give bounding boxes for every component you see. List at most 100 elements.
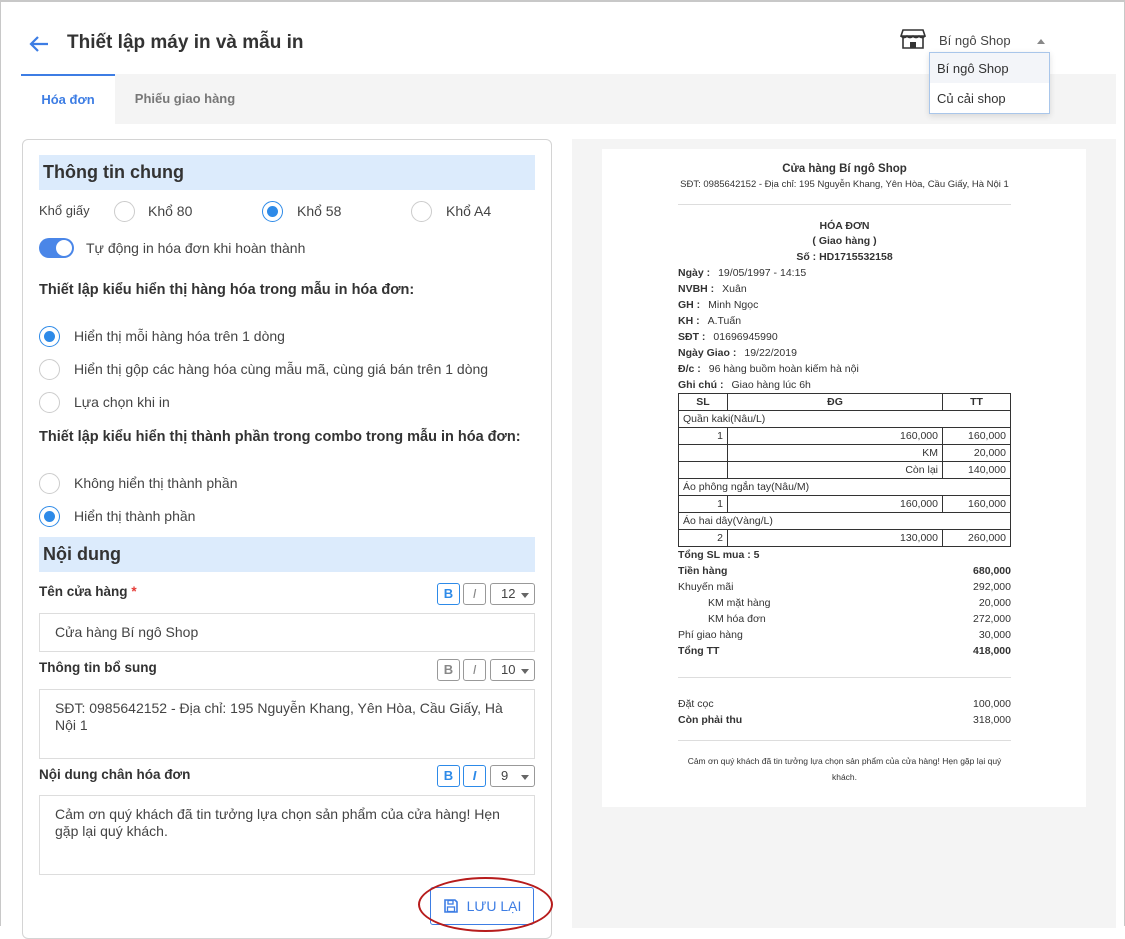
remaining-row: Còn phải thu 318,000 bbox=[678, 712, 1011, 728]
italic-button[interactable]: I bbox=[463, 583, 486, 605]
summary-row: Tổng TT 418,000 bbox=[678, 643, 1011, 659]
item-cell: Còn lại bbox=[727, 461, 943, 479]
floppy-disk-icon bbox=[443, 899, 458, 913]
bold-button[interactable]: B bbox=[437, 659, 460, 681]
summary-value: 292,000 bbox=[973, 581, 1011, 593]
radio-item-display[interactable] bbox=[39, 326, 60, 347]
meta-row: Ngày Giao : 19/22/2019 bbox=[678, 345, 1011, 361]
item-cell bbox=[678, 461, 728, 479]
item-cell bbox=[678, 444, 728, 462]
item-row: 1 160,000 160,000 bbox=[678, 495, 1011, 513]
meta-row: Ghi chú : Giao hàng lúc 6h bbox=[678, 377, 1011, 393]
shop-option[interactable]: Củ cải shop bbox=[930, 83, 1049, 113]
radio-kho-a4[interactable] bbox=[411, 201, 432, 222]
meta-row: KH : A.Tuấn bbox=[678, 313, 1011, 329]
item-cell: 160,000 bbox=[727, 495, 943, 513]
radio-label: Khổ 58 bbox=[297, 203, 342, 219]
receipt-footer: Cảm ơn quý khách đã tin tưởng lựa chọn s… bbox=[687, 756, 1002, 782]
radio-item-display[interactable] bbox=[39, 359, 60, 380]
item-cell: KM bbox=[727, 444, 943, 462]
summary-label: Tổng TT bbox=[678, 645, 720, 657]
receipt-shop-info: SĐT: 0985642152 - Địa chỉ: 195 Nguyễn Kh… bbox=[680, 179, 1009, 190]
radio-label: Lựa chọn khi in bbox=[74, 394, 170, 410]
summary-row: Khuyến mãi 292,000 bbox=[678, 579, 1011, 595]
summary-label: Còn phải thu bbox=[678, 714, 743, 726]
tab-invoice[interactable]: Hóa đơn bbox=[21, 74, 115, 124]
summary-value: 272,000 bbox=[973, 613, 1011, 625]
meta-label: KH : bbox=[678, 315, 700, 327]
paper-size-label: Khổ giấy bbox=[39, 203, 90, 218]
save-button[interactable]: LƯU LẠI bbox=[430, 887, 534, 925]
bold-button[interactable]: B bbox=[437, 765, 460, 787]
item-cell: 2 bbox=[678, 529, 728, 547]
radio-kho-58[interactable] bbox=[262, 201, 283, 222]
item-row: 1 160,000 160,000 bbox=[678, 427, 1011, 445]
meta-value: Xuân bbox=[722, 283, 747, 295]
item-cell: 160,000 bbox=[942, 427, 1011, 445]
page-title: Thiết lập máy in và mẫu in bbox=[67, 32, 304, 53]
receipt-title: HÓA ĐƠN bbox=[819, 220, 870, 232]
radio-label: Khổ A4 bbox=[446, 203, 492, 219]
shop-select-value: Bí ngô Shop bbox=[939, 33, 1011, 48]
summary-value: 418,000 bbox=[973, 645, 1011, 657]
meta-label: Ngày Giao : bbox=[678, 347, 737, 359]
italic-button[interactable]: I bbox=[463, 765, 486, 787]
meta-value: 96 hàng buồm hoàn kiếm hà nội bbox=[708, 363, 859, 375]
receipt-number: Số : HD1715532158 bbox=[796, 251, 893, 263]
meta-value: 19/22/2019 bbox=[744, 347, 797, 359]
summary-value: 30,000 bbox=[978, 629, 1011, 641]
meta-value: 19/05/1997 - 14:15 bbox=[718, 267, 807, 279]
radio-combo-display[interactable] bbox=[39, 506, 60, 527]
meta-label: NVBH : bbox=[678, 283, 715, 295]
summary-value: 20,000 bbox=[978, 597, 1011, 609]
item-name-row: Quần kaki(Nâu/L) bbox=[678, 410, 1011, 428]
extra-info-textarea[interactable]: SĐT: 0985642152 - Địa chỉ: 195 Nguyễn Kh… bbox=[39, 689, 535, 759]
receipt-paper: Cửa hàng Bí ngô Shop SĐT: 0985642152 - Đ… bbox=[602, 149, 1086, 807]
field-label-text: Tên cửa hàng bbox=[39, 584, 128, 599]
italic-button[interactable]: I bbox=[463, 659, 486, 681]
meta-value: A.Tuấn bbox=[707, 315, 742, 327]
col-header: TT bbox=[942, 393, 1011, 411]
footer-textarea[interactable]: Cảm ơn quý khách đã tin tưởng lựa chọn s… bbox=[39, 795, 535, 875]
summary-value: 680,000 bbox=[973, 565, 1011, 577]
radio-item-display[interactable] bbox=[39, 392, 60, 413]
item-row: KM 20,000 bbox=[678, 444, 1011, 462]
back-arrow-icon[interactable] bbox=[27, 32, 51, 56]
auto-print-toggle[interactable] bbox=[39, 238, 74, 258]
field-label: Thông tin bổ sung bbox=[39, 660, 157, 675]
item-name: Áo hai dây(Vàng/L) bbox=[678, 512, 1011, 530]
shop-option[interactable]: Bí ngô Shop bbox=[930, 53, 1049, 83]
summary-value: 318,000 bbox=[973, 714, 1011, 726]
meta-label: Ghi chú : bbox=[678, 379, 724, 391]
receipt-meta: Ngày : 19/05/1997 - 14:15 NVBH : Xuân GH : Mi… bbox=[678, 265, 1011, 393]
deposit-row: Đặt cọc 100,000 bbox=[678, 696, 1011, 712]
meta-row: Đ/c : 96 hàng buồm hoàn kiếm hà nội bbox=[678, 361, 1011, 377]
radio-combo-display[interactable] bbox=[39, 473, 60, 494]
col-header: ĐG bbox=[727, 393, 943, 411]
section-content: Nội dung bbox=[39, 537, 535, 572]
store-name-input[interactable]: Cửa hàng Bí ngô Shop bbox=[39, 613, 535, 652]
shop-select[interactable]: Bí ngô Shop bbox=[939, 33, 1049, 48]
font-size-select[interactable]: 12 bbox=[490, 583, 535, 605]
combo-display-heading: Thiết lập kiểu hiển thị thành phần trong… bbox=[39, 429, 521, 445]
receipt-items-table: SL ĐG TT Quần kaki(Nâu/L) 1 160,000 160,000 KM 2… bbox=[678, 393, 1011, 547]
item-cell: 160,000 bbox=[727, 427, 943, 445]
summary-label: Phí giao hàng bbox=[678, 629, 743, 641]
tab-delivery-note[interactable]: Phiếu giao hàng bbox=[115, 74, 255, 124]
meta-row: GH : Minh Ngọc bbox=[678, 297, 1011, 313]
radio-kho-80[interactable] bbox=[114, 201, 135, 222]
required-marker: * bbox=[131, 584, 137, 599]
total-qty: Tổng SL mua : 5 bbox=[678, 549, 760, 561]
item-cell: 140,000 bbox=[942, 461, 1011, 479]
font-size-select[interactable]: 10 bbox=[490, 659, 535, 681]
radio-label: Không hiển thị thành phần bbox=[74, 475, 238, 491]
bold-button[interactable]: B bbox=[437, 583, 460, 605]
field-label: Tên cửa hàng * bbox=[39, 584, 137, 599]
summary-label: KM mặt hàng bbox=[708, 597, 771, 609]
receipt-shop-name: Cửa hàng Bí ngô Shop bbox=[782, 163, 907, 175]
summary-label: Đặt cọc bbox=[678, 698, 714, 710]
meta-row: Ngày : 19/05/1997 - 14:15 bbox=[678, 265, 1011, 281]
meta-label: GH : bbox=[678, 299, 701, 311]
font-size-select[interactable]: 9 bbox=[490, 765, 535, 787]
item-name: Áo phông ngắn tay(Nâu/M) bbox=[678, 478, 1011, 496]
